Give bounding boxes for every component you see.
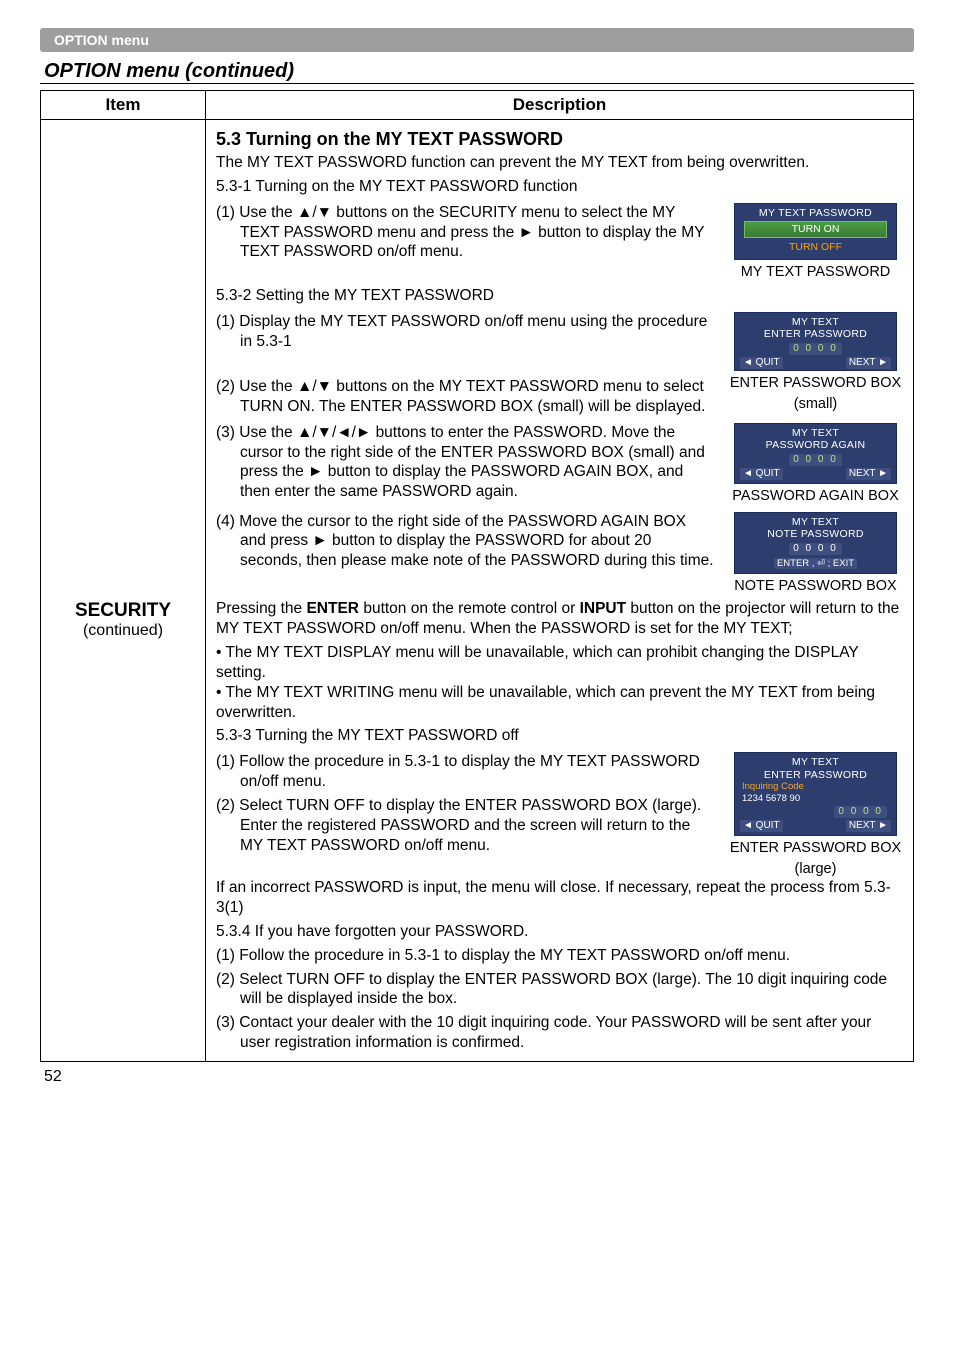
- fig1-on: TURN ON: [744, 221, 887, 238]
- fig4-t1: MY TEXT: [738, 516, 893, 529]
- fig5-caption2: (large): [728, 860, 903, 879]
- p-5-3-4-h: 5.3.4 If you have forgotten your PASSWOR…: [216, 922, 903, 942]
- fig2-caption1: ENTER PASSWORD BOX: [728, 374, 903, 393]
- description-cell: 5.3 Turning on the MY TEXT PASSWORD The …: [206, 120, 914, 1062]
- fig3-next: NEXT ►: [846, 468, 891, 480]
- fig1-off: TURN OFF: [744, 240, 887, 255]
- header-bar: OPTION menu: [40, 28, 914, 52]
- fig5-caption1: ENTER PASSWORD BOX: [728, 839, 903, 858]
- desc-title: 5.3 Turning on the MY TEXT PASSWORD: [216, 128, 903, 151]
- fig1-box: MY TEXT PASSWORD TURN ON TURN OFF: [734, 203, 897, 261]
- fig2-caption2: (small): [728, 395, 903, 414]
- item-label-sub: (continued): [42, 622, 204, 640]
- fig5-digits: 0 0 0 0: [834, 806, 887, 818]
- fig5-t1: MY TEXT: [738, 756, 893, 769]
- p-5-3-1-1: (1) Use the ▲/▼ buttons on the SECURITY …: [216, 203, 716, 262]
- fig2-quit: ◄ QUIT: [740, 357, 783, 369]
- page-number: 52: [40, 1068, 914, 1086]
- fig5-quit: ◄ QUIT: [740, 820, 783, 832]
- fig5-t2: ENTER PASSWORD: [738, 769, 893, 782]
- fig4-caption: NOTE PASSWORD BOX: [728, 577, 903, 596]
- fig5-inq1: Inquiring Code: [738, 781, 893, 792]
- fig2-next: NEXT ►: [846, 357, 891, 369]
- fig5-next: NEXT ►: [846, 820, 891, 832]
- p-post-4: Pressing the ENTER button on the remote …: [216, 599, 903, 639]
- fig5-inq2: 1234 5678 90: [738, 793, 893, 804]
- fig5-box: MY TEXT ENTER PASSWORD Inquiring Code 12…: [734, 752, 897, 836]
- p-5-3-3-1: (1) Follow the procedure in 5.3-1 to dis…: [216, 752, 716, 792]
- p-5-3-3-h: 5.3-3 Turning the MY TEXT PASSWORD off: [216, 726, 903, 746]
- p-5-3-2-3: (3) Use the ▲/▼/◄/► buttons to enter the…: [216, 423, 716, 502]
- p-5-3-2-4: (4) Move the cursor to the right side of…: [216, 512, 716, 571]
- section-title: OPTION menu (continued): [40, 60, 914, 84]
- main-table: Item Description SECURITY (continued) 5.…: [40, 90, 914, 1062]
- fig2-t1: MY TEXT: [738, 316, 893, 329]
- fig4-digits: 0 0 0 0: [789, 543, 842, 555]
- bullet2: • The MY TEXT WRITING menu will be unava…: [216, 683, 903, 723]
- p-5-3-2-1: (1) Display the MY TEXT PASSWORD on/off …: [216, 312, 716, 352]
- p-5-3-4-3: (3) Contact your dealer with the 10 digi…: [216, 1013, 903, 1053]
- fig3-t2: PASSWORD AGAIN: [738, 439, 893, 452]
- th-item: Item: [41, 91, 206, 120]
- fig1-caption: MY TEXT PASSWORD: [728, 263, 903, 282]
- th-description: Description: [206, 91, 914, 120]
- fig4-enter: ENTER , ⏎ ; EXIT: [774, 558, 857, 569]
- item-label: SECURITY: [42, 600, 204, 622]
- p-5-3-4-1: (1) Follow the procedure in 5.3-1 to dis…: [216, 946, 903, 966]
- p-5-3-4-2: (2) Select TURN OFF to display the ENTER…: [216, 970, 903, 1010]
- p-post-4-input: INPUT: [580, 600, 627, 617]
- item-cell: SECURITY (continued): [41, 120, 206, 1062]
- p-post-4-a: Pressing the: [216, 600, 306, 617]
- fig3-quit: ◄ QUIT: [740, 468, 783, 480]
- bullet1: • The MY TEXT DISPLAY menu will be unava…: [216, 643, 903, 683]
- p-5-3-2-2: (2) Use the ▲/▼ buttons on the MY TEXT P…: [216, 377, 716, 417]
- p-5-3-2-h: 5.3-2 Setting the MY TEXT PASSWORD: [216, 286, 903, 306]
- desc-title-sub: The MY TEXT PASSWORD function can preven…: [216, 153, 903, 173]
- p-5-3-3-after: If an incorrect PASSWORD is input, the m…: [216, 878, 903, 918]
- fig3-digits: 0 0 0 0: [789, 454, 842, 466]
- p-5-3-1-h: 5.3-1 Turning on the MY TEXT PASSWORD fu…: [216, 177, 903, 197]
- fig3-t1: MY TEXT: [738, 427, 893, 440]
- fig3-box: MY TEXT PASSWORD AGAIN 0 0 0 0 ◄ QUIT NE…: [734, 423, 897, 484]
- p-post-4-enter: ENTER: [306, 600, 359, 617]
- fig3-caption: PASSWORD AGAIN BOX: [728, 487, 903, 506]
- fig1-title: MY TEXT PASSWORD: [738, 207, 893, 220]
- p-post-4-b: button on the remote control or: [359, 600, 580, 617]
- fig2-t2: ENTER PASSWORD: [738, 328, 893, 341]
- fig4-box: MY TEXT NOTE PASSWORD 0 0 0 0 ENTER , ⏎ …: [734, 512, 897, 574]
- fig2-box: MY TEXT ENTER PASSWORD 0 0 0 0 ◄ QUIT NE…: [734, 312, 897, 371]
- fig4-t2: NOTE PASSWORD: [738, 528, 893, 541]
- fig2-digits: 0 0 0 0: [789, 343, 842, 355]
- p-5-3-3-2: (2) Select TURN OFF to display the ENTER…: [216, 796, 716, 855]
